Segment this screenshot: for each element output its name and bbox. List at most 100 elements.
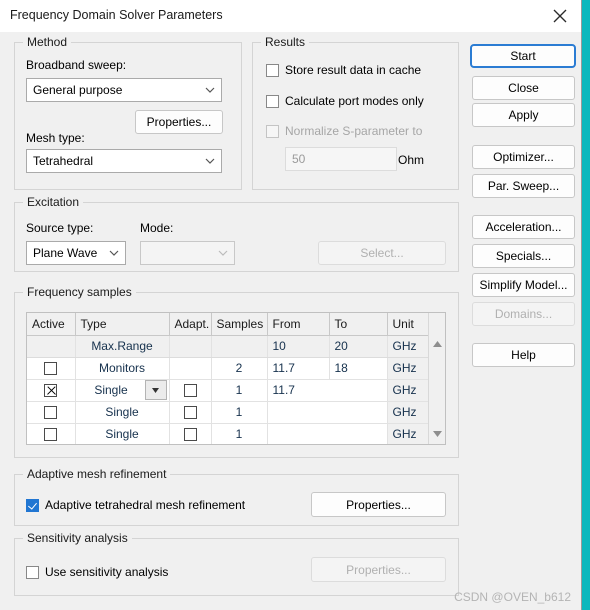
- cell-unit: GHz: [387, 401, 430, 424]
- source-type-label: Source type:: [26, 221, 94, 235]
- par-sweep-button[interactable]: Par. Sweep...: [472, 174, 575, 198]
- cell-adapt[interactable]: [169, 379, 212, 402]
- checkbox-box: [266, 124, 279, 138]
- chevron-down-icon: [212, 250, 234, 257]
- cell-samples: 1: [211, 379, 268, 402]
- table-row[interactable]: Max.Range 10 20 GHz: [27, 335, 430, 358]
- triangle-up-icon[interactable]: [429, 335, 445, 352]
- select-mode-button: Select...: [318, 241, 446, 265]
- cell-from: 11.7: [267, 357, 330, 380]
- cell-type: Single: [75, 401, 170, 424]
- row-active-checkbox[interactable]: [44, 428, 58, 442]
- row-adapt-checkbox[interactable]: [183, 406, 197, 420]
- table-row[interactable]: Monitors 2 11.7 18 GHz: [27, 357, 430, 380]
- source-type-combo[interactable]: Plane Wave: [26, 241, 126, 265]
- checkbox-box: [266, 63, 279, 77]
- use-sensitivity-analysis-checkbox[interactable]: Use sensitivity analysis: [26, 565, 168, 579]
- method-group-legend: Method: [23, 35, 72, 49]
- column-header-unit[interactable]: Unit: [387, 313, 430, 336]
- impedance-unit-label: Ohm: [398, 153, 425, 167]
- cell-adapt[interactable]: [169, 401, 212, 424]
- cell-active[interactable]: [27, 401, 76, 424]
- cell-active[interactable]: [27, 357, 76, 380]
- row-adapt-checkbox[interactable]: [183, 384, 197, 398]
- normalize-s-parameter-checkbox: Normalize S-parameter to: [266, 124, 422, 138]
- cell-active[interactable]: [27, 379, 76, 402]
- calculate-port-modes-checkbox[interactable]: Calculate port modes only: [266, 94, 424, 108]
- table-row[interactable]: Single 1 11.7 GHz: [27, 379, 430, 402]
- cell-unit: GHz: [387, 357, 430, 380]
- close-button[interactable]: Close: [472, 76, 575, 100]
- checkbox-box: [26, 565, 39, 579]
- optimizer-button[interactable]: Optimizer...: [472, 145, 575, 169]
- row-active-checkbox[interactable]: [44, 406, 58, 420]
- chevron-down-icon: [199, 158, 221, 165]
- cell-from: 10: [267, 335, 330, 358]
- frequency-samples-table-container: Active Type Adapt. Samples From To Unit …: [26, 312, 446, 445]
- cell-from: 11.7: [267, 379, 388, 402]
- row-adapt-checkbox[interactable]: [183, 428, 197, 442]
- cell-type: Monitors: [75, 357, 170, 380]
- table-row[interactable]: Single 1 GHz: [27, 401, 430, 424]
- cell-from: [267, 401, 388, 424]
- cell-to: 18: [329, 357, 388, 380]
- excitation-group-legend: Excitation: [23, 195, 84, 209]
- adaptive-mesh-group-legend: Adaptive mesh refinement: [23, 467, 171, 481]
- use-sensitivity-analysis-label: Use sensitivity analysis: [45, 565, 169, 579]
- acceleration-button[interactable]: Acceleration...: [472, 215, 575, 239]
- triangle-down-icon[interactable]: [429, 425, 445, 442]
- title-bar: Frequency Domain Solver Parameters: [0, 0, 581, 32]
- cell-type-dropdown-icon[interactable]: [144, 380, 167, 400]
- cell-adapt: [169, 335, 212, 358]
- column-header-samples[interactable]: Samples: [211, 313, 268, 336]
- domains-button: Domains...: [472, 302, 575, 326]
- watermark-text: CSDN @OVEN_b612: [454, 590, 571, 604]
- mesh-type-label: Mesh type:: [26, 131, 85, 145]
- checkbox-box: [266, 94, 279, 108]
- mesh-type-combo[interactable]: Tetrahedral: [26, 149, 222, 173]
- column-header-active[interactable]: Active: [27, 313, 76, 336]
- broadband-sweep-combo[interactable]: General purpose: [26, 78, 222, 102]
- row-active-checkbox[interactable]: [44, 384, 58, 398]
- chevron-down-icon: [199, 87, 221, 94]
- sensitivity-properties-button: Properties...: [311, 557, 446, 582]
- apply-button[interactable]: Apply: [472, 103, 575, 127]
- adaptive-tetrahedral-mesh-checkbox[interactable]: Adaptive tetrahedral mesh refinement: [26, 498, 245, 512]
- frequency-domain-solver-dialog: Frequency Domain Solver Parameters Metho…: [0, 0, 582, 610]
- normalize-s-parameter-label: Normalize S-parameter to: [285, 124, 423, 138]
- cell-unit: GHz: [387, 335, 430, 358]
- mode-label: Mode:: [140, 221, 174, 235]
- specials-button[interactable]: Specials...: [472, 244, 575, 268]
- cell-type-value: Single: [94, 383, 128, 397]
- close-icon[interactable]: [538, 0, 581, 32]
- column-header-type[interactable]: Type: [75, 313, 170, 336]
- column-header-adapt[interactable]: Adapt.: [169, 313, 212, 336]
- table-scrollbar[interactable]: [428, 313, 445, 444]
- store-result-data-checkbox[interactable]: Store result data in cache: [266, 63, 421, 77]
- help-button[interactable]: Help: [472, 343, 575, 367]
- column-header-to[interactable]: To: [329, 313, 388, 336]
- cell-adapt: [169, 357, 212, 380]
- cell-type: Max.Range: [75, 335, 170, 358]
- cell-type[interactable]: Single: [75, 379, 170, 402]
- method-properties-button[interactable]: Properties...: [135, 110, 223, 134]
- start-button[interactable]: Start: [470, 44, 576, 68]
- cell-from: [267, 423, 388, 444]
- results-group-legend: Results: [261, 35, 310, 49]
- cell-adapt[interactable]: [169, 423, 212, 444]
- calculate-port-modes-label: Calculate port modes only: [285, 94, 424, 108]
- adaptive-mesh-properties-button[interactable]: Properties...: [311, 492, 446, 517]
- row-active-checkbox[interactable]: [44, 362, 58, 376]
- table-row[interactable]: Single 1 GHz: [27, 423, 430, 444]
- table-header-row: Active Type Adapt. Samples From To Unit: [27, 313, 430, 336]
- backdrop-strip: [582, 0, 590, 610]
- impedance-input: 50: [285, 147, 397, 171]
- mesh-type-value: Tetrahedral: [33, 154, 94, 168]
- simplify-model-button[interactable]: Simplify Model...: [472, 273, 575, 297]
- cell-type: Single: [75, 423, 170, 444]
- sensitivity-analysis-group-legend: Sensitivity analysis: [23, 531, 132, 545]
- column-header-from[interactable]: From: [267, 313, 330, 336]
- cell-samples: 1: [211, 423, 268, 444]
- cell-samples: 1: [211, 401, 268, 424]
- cell-active[interactable]: [27, 423, 76, 444]
